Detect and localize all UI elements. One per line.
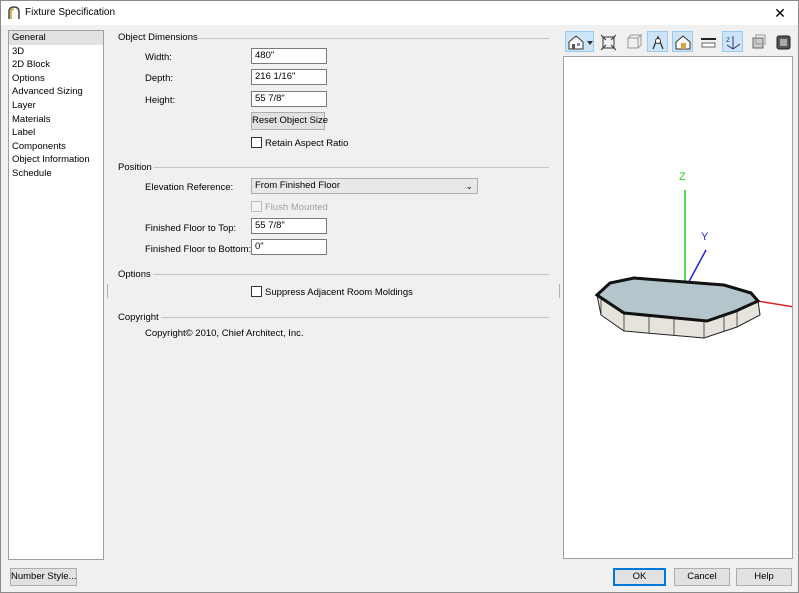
fit-view-button[interactable] (597, 31, 618, 52)
width-field[interactable]: 480" (251, 48, 327, 64)
retain-aspect-ratio-checkbox[interactable] (251, 137, 262, 148)
width-label: Width: (145, 52, 172, 63)
section-position: Position (118, 162, 152, 173)
suppress-moldings-checkbox[interactable] (251, 286, 262, 297)
camera-view-icon (568, 35, 593, 50)
sidebar-item-materials[interactable]: Materials (9, 113, 103, 127)
suppress-moldings-label: Suppress Adjacent Room Moldings (265, 287, 413, 298)
section-object-dimensions: Object Dimensions (118, 32, 198, 43)
title-bar: Fixture Specification ✕ (1, 1, 798, 25)
category-list: General 3D 2D Block Options Advanced Siz… (8, 30, 104, 560)
floor-to-top-label: Finished Floor to Top: (145, 223, 237, 234)
fit-view-icon (600, 34, 617, 51)
sidebar-item-2d-block[interactable]: 2D Block (9, 58, 103, 72)
window-title: Fixture Specification (25, 7, 116, 18)
house-view-button[interactable] (672, 31, 693, 52)
height-field[interactable]: 55 7/8" (251, 91, 327, 107)
axes-icon: Z (726, 36, 741, 50)
section-options: Options (118, 269, 151, 280)
floor-button[interactable] (697, 31, 718, 52)
house-icon (675, 35, 691, 50)
section-divider (153, 274, 549, 275)
backface-icon (752, 34, 766, 49)
sidebar-item-label[interactable]: Label (9, 126, 103, 140)
elevation-reference-select[interactable]: From Finished Floor ⌄ (251, 178, 478, 194)
height-label: Height: (145, 95, 176, 106)
svg-text:Z: Z (726, 37, 730, 44)
floor-to-bottom-label: Finished Floor to Bottom: (145, 244, 252, 255)
section-divider (161, 317, 549, 318)
flush-mounted-label: Flush Mounted (265, 202, 328, 213)
elevation-reference-label: Elevation Reference: (145, 182, 234, 193)
wireframe-button[interactable] (622, 31, 643, 52)
fixture-spec-dialog: Fixture Specification ✕ General 3D 2D Bl… (0, 0, 799, 593)
close-icon[interactable]: ✕ (770, 3, 790, 23)
sidebar-item-layer[interactable]: Layer (9, 99, 103, 113)
sidebar-item-3d[interactable]: 3D (9, 45, 103, 59)
section-divider (153, 167, 549, 168)
material-icon (776, 35, 791, 50)
sidebar-item-components[interactable]: Components (9, 140, 103, 154)
depth-label: Depth: (145, 73, 173, 84)
floor-to-top-field[interactable]: 55 7/8" (251, 218, 327, 234)
depth-field[interactable]: 216 1/16" (251, 69, 327, 85)
y-axis-label: Y (701, 231, 709, 243)
sidebar-item-general[interactable]: General (9, 31, 103, 45)
render-style-icon (652, 35, 664, 50)
copyright-text: Copyright© 2010, Chief Architect, Inc. (145, 328, 304, 339)
elevation-reference-value: From Finished Floor (255, 180, 340, 191)
sidebar-item-advanced-sizing[interactable]: Advanced Sizing (9, 85, 103, 99)
floor-icon (701, 38, 716, 48)
number-style-button[interactable]: Number Style... (10, 568, 77, 586)
retain-aspect-ratio-label: Retain Aspect Ratio (265, 138, 349, 149)
sidebar-item-options[interactable]: Options (9, 72, 103, 86)
material-button[interactable] (772, 31, 793, 52)
camera-view-button[interactable] (565, 31, 594, 52)
sidebar-item-schedule[interactable]: Schedule (9, 167, 103, 181)
wireframe-icon (627, 34, 642, 49)
splitter-handle-left[interactable] (107, 284, 108, 298)
chevron-down-icon: ⌄ (465, 181, 473, 191)
reset-object-size-button[interactable]: Reset Object Size (251, 112, 328, 130)
3d-preview[interactable]: Z Y (563, 56, 793, 559)
section-divider (197, 38, 549, 39)
z-axis-label: Z (679, 171, 686, 183)
splitter-handle-right[interactable] (559, 284, 560, 298)
pool-3d-model (594, 190, 792, 339)
backface-button[interactable] (747, 31, 768, 52)
cancel-button[interactable]: Cancel (674, 568, 730, 586)
render-style-button[interactable] (647, 31, 668, 52)
app-arch-icon (8, 6, 20, 19)
ok-button[interactable]: OK (613, 568, 666, 586)
floor-to-bottom-field[interactable]: 0" (251, 239, 327, 255)
axes-button[interactable]: Z (722, 31, 743, 52)
flush-mounted-checkbox[interactable] (251, 201, 262, 212)
sidebar-item-object-information[interactable]: Object Information (9, 153, 103, 167)
help-button[interactable]: Help (736, 568, 792, 586)
section-copyright: Copyright (118, 312, 159, 323)
